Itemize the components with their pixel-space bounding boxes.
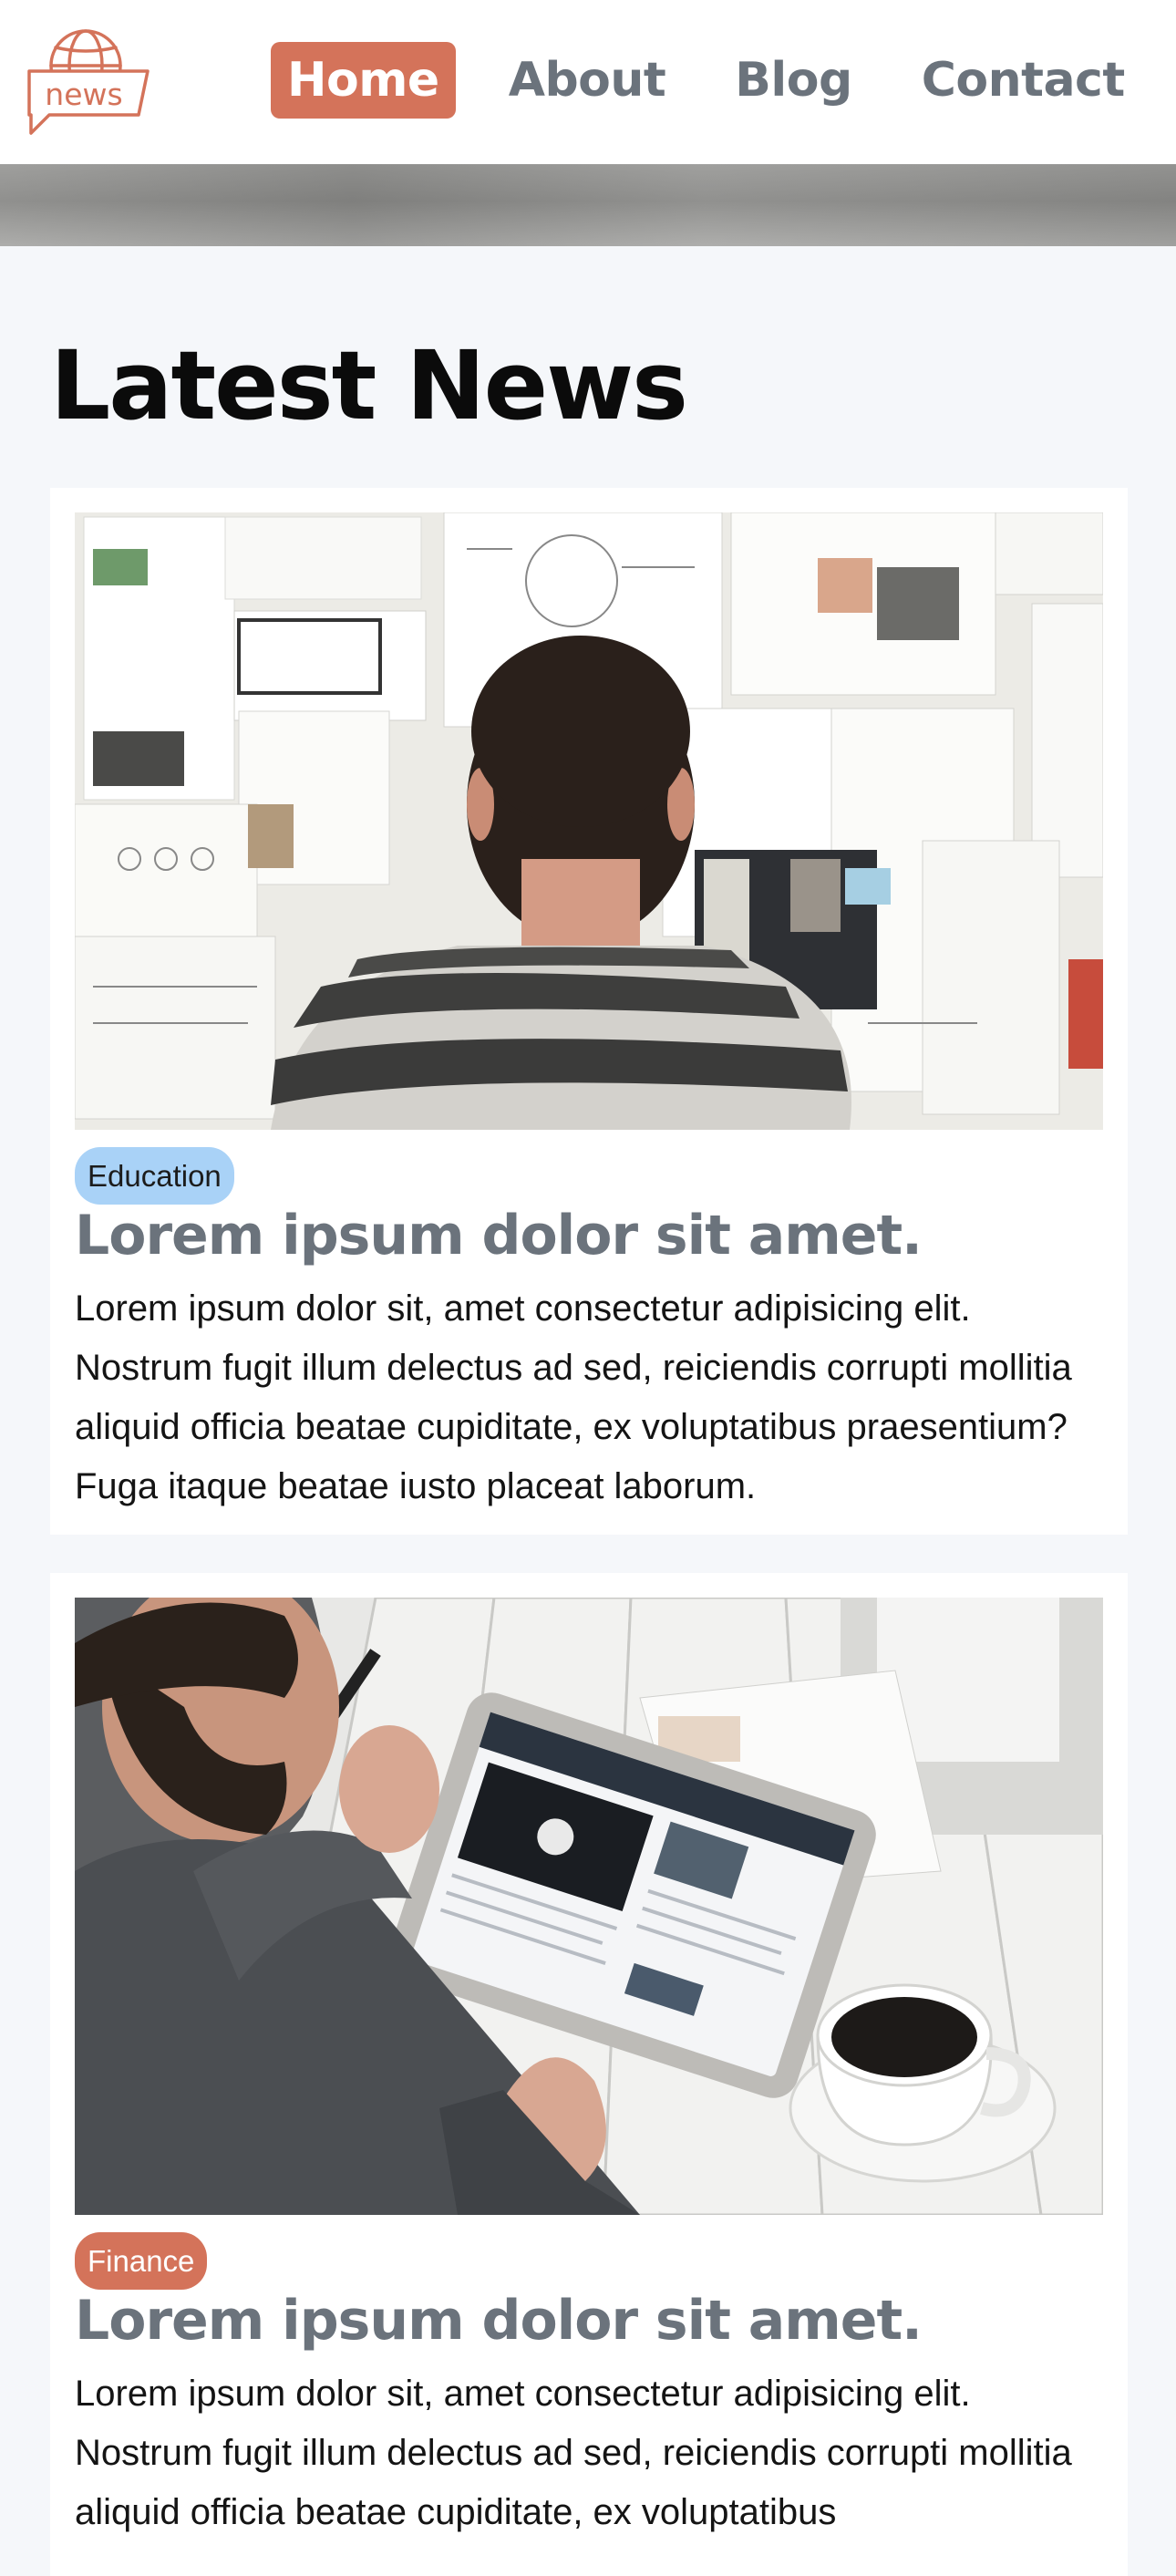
nav-link-contact[interactable]: Contact xyxy=(905,42,1141,119)
nav-link-blog[interactable]: Blog xyxy=(718,42,868,119)
nav-link-about[interactable]: About xyxy=(492,42,683,119)
article-image[interactable] xyxy=(75,512,1103,1130)
article-image[interactable] xyxy=(75,1598,1103,2215)
article-card[interactable]: Education Lorem ipsum dolor sit amet. Lo… xyxy=(50,488,1128,1535)
navbar: news Home About Blog Contact xyxy=(0,0,1176,164)
page-title: Latest News xyxy=(50,330,688,441)
moodboard-photo xyxy=(75,512,1103,1130)
nav-link-home[interactable]: Home xyxy=(271,42,456,119)
category-badge[interactable]: Finance xyxy=(75,2232,208,2290)
logo-text: news xyxy=(45,77,122,112)
main-nav: Home About Blog Contact xyxy=(271,36,1176,124)
article-title[interactable]: Lorem ipsum dolor sit amet. xyxy=(75,2289,923,2353)
hero-image-strip xyxy=(0,164,1176,246)
news-globe-logo-icon[interactable]: news xyxy=(22,22,151,140)
article-card[interactable]: Finance Lorem ipsum dolor sit amet. Lore… xyxy=(50,1573,1128,2576)
article-title[interactable]: Lorem ipsum dolor sit amet. xyxy=(75,1204,923,1267)
article-excerpt: Lorem ipsum dolor sit, amet consectetur … xyxy=(75,2374,1072,2532)
tablet-coffee-photo xyxy=(75,1598,1103,2215)
article-excerpt: Lorem ipsum dolor sit, amet consectetur … xyxy=(75,1288,1072,1506)
category-badge[interactable]: Education xyxy=(75,1147,234,1205)
